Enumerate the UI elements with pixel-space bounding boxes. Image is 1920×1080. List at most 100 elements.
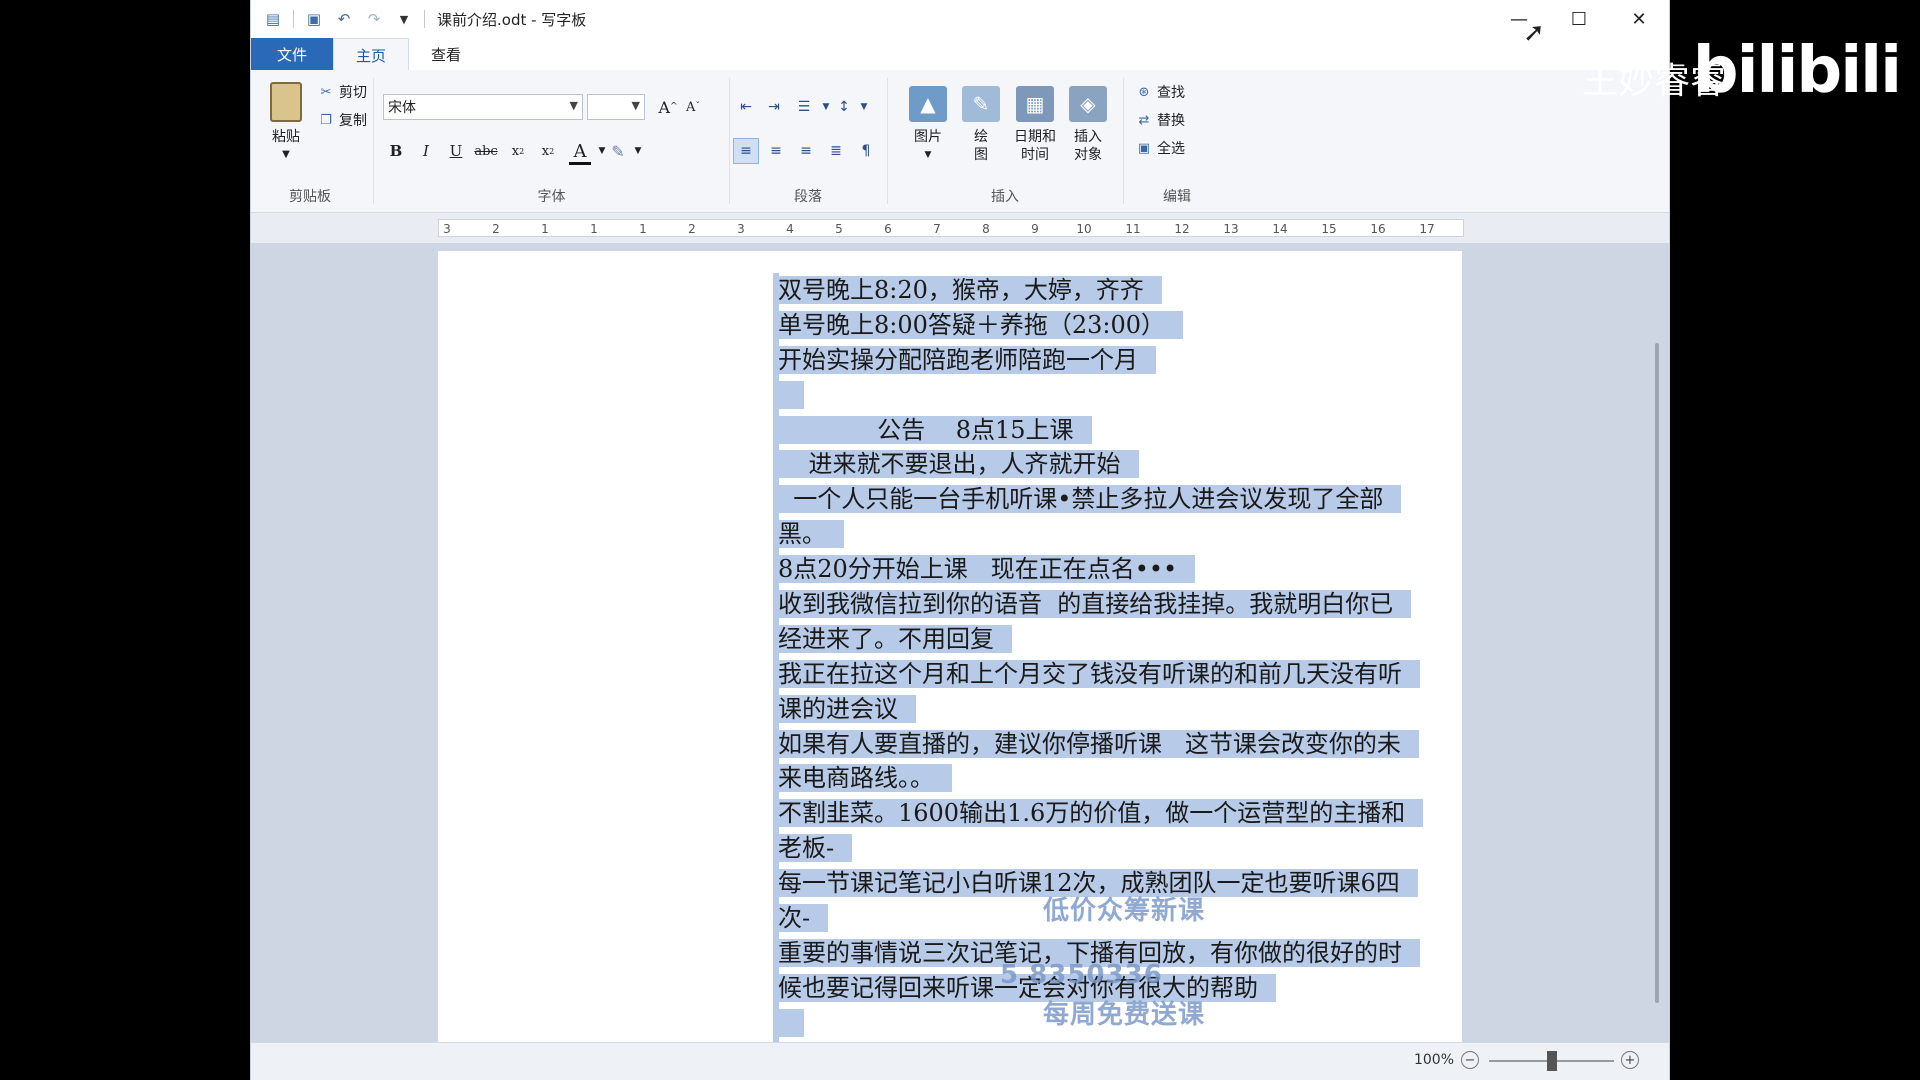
group-divider	[729, 78, 730, 204]
document-line-text: 课的进会议	[778, 694, 916, 723]
tab-home[interactable]: 主页	[333, 38, 410, 71]
close-button[interactable]: ✕	[1609, 0, 1669, 38]
document-line: 开始实操分配陪跑老师陪跑一个月	[778, 343, 1423, 378]
align-left-icon[interactable]: ≡	[733, 138, 759, 164]
document-line-text: 进来就不要退出，人齐就开始	[778, 450, 1139, 479]
paragraph-group: ⇤ ⇥ ☰ ▼ ↕ ▼ ≡ ≡ ≡ ≣ ¶ 段落	[733, 70, 883, 212]
document-line-text: 来电商路线。。	[778, 764, 952, 793]
document-area: 双号晚上8:20，猴帝，大婷，齐齐 单号晚上8:00答疑＋养拖（23:00） 开始实…	[251, 243, 1669, 1043]
save-icon[interactable]: ▣	[304, 9, 324, 29]
mouse-cursor-icon: ➚	[1523, 18, 1545, 48]
ruler-mark: 15	[1321, 222, 1337, 236]
ribbon-tabs: 文件 主页 查看	[251, 38, 1669, 71]
app-icon[interactable]: ▤	[263, 9, 283, 29]
group-divider	[373, 78, 374, 204]
find-button[interactable]: ⊛ 查找	[1135, 82, 1185, 102]
status-bar: 100% − +	[251, 1042, 1669, 1080]
clipboard-icon	[270, 82, 302, 122]
ruler-mark: 4	[786, 222, 794, 236]
paint-drawing-button[interactable]: ✎ 绘 图	[957, 86, 1005, 164]
zoom-level: 100%	[1413, 1052, 1454, 1068]
document-line: 老板-	[778, 831, 1423, 866]
document-line-text	[778, 1008, 804, 1037]
ruler-mark: 1	[590, 222, 598, 236]
customize-dropdown-icon[interactable]: ▼	[394, 9, 414, 29]
ruler-mark: 17	[1419, 222, 1435, 236]
font-family-select[interactable]: 宋体 ▼	[383, 94, 583, 120]
increase-indent-icon[interactable]: ⇥	[761, 94, 787, 120]
ruler-mark: 3	[737, 222, 745, 236]
ruler-mark: 9	[1031, 222, 1039, 236]
ruler-bar[interactable]: 3 2 1 1 1 2 3 4 5 6 7 8 9 10 11 12 13 14 15 16 17	[438, 219, 1464, 237]
maximize-button[interactable]: ☐	[1549, 0, 1609, 38]
ruler-mark: 8	[982, 222, 990, 236]
document-line-text	[778, 380, 804, 409]
paragraph-settings-icon[interactable]: ¶	[853, 138, 879, 164]
ruler-mark: 2	[492, 222, 500, 236]
document-line-text: 一个人只能一台手机听课•禁止多拉人进会议发现了全部	[778, 485, 1402, 514]
copy-button[interactable]: ❐ 复制	[317, 110, 367, 130]
font-group-label: 字体	[537, 189, 566, 205]
document-line: 黑。	[778, 517, 1423, 552]
underline-icon[interactable]: U	[445, 140, 467, 162]
select-all-button[interactable]: ▣ 全选	[1135, 138, 1185, 158]
select-all-icon: ▣	[1137, 140, 1151, 156]
document-line: 收到我微信拉到你的语音 的直接给我挂掉。我就明白你已	[778, 587, 1423, 622]
align-center-icon[interactable]: ≡	[763, 138, 789, 164]
insert-object-button[interactable]: ◈ 插入 对象	[1063, 86, 1113, 164]
zoom-in-button[interactable]: +	[1621, 1051, 1639, 1069]
document-line-text: 经进来了。不用回复	[778, 624, 1012, 653]
watermark-text-3: 每周免费送课	[1043, 1000, 1206, 1030]
vertical-scrollbar[interactable]	[1655, 343, 1659, 1003]
document-line-text: 公告 8点15上课	[778, 415, 1092, 444]
group-divider	[887, 78, 888, 204]
chevron-down-icon[interactable]: ▼	[627, 140, 649, 162]
clipboard-group: 粘贴 ▼ ✂ 剪切 ❐ 复制 剪贴板	[251, 70, 369, 212]
document-line-text: 黑。	[778, 520, 844, 549]
ruler-mark: 5	[835, 222, 843, 236]
replace-button[interactable]: ⇄ 替换	[1135, 110, 1185, 130]
insert-picture-button[interactable]: ▲ 图片 ▼	[903, 86, 953, 164]
align-right-icon[interactable]: ≡	[793, 138, 819, 164]
watermark-text-2: 5 8350336	[1000, 960, 1163, 990]
justify-icon[interactable]: ≣	[823, 138, 849, 164]
object-label: 插入 对象	[1074, 129, 1102, 163]
document-line-text: 次-	[778, 904, 829, 933]
font-size-select[interactable]: ▼	[587, 94, 645, 120]
paste-label: 粘贴	[272, 129, 300, 145]
strikethrough-icon[interactable]: abc	[474, 140, 497, 162]
ruler-mark: 1	[639, 222, 647, 236]
document-line: 双号晚上8:20，猴帝，大婷，齐齐	[778, 273, 1423, 308]
decrease-indent-icon[interactable]: ⇤	[733, 94, 759, 120]
shrink-font-icon[interactable]: Aˇ	[682, 96, 704, 118]
chevron-down-icon[interactable]: ▼	[851, 94, 877, 120]
italic-icon[interactable]: I	[415, 140, 437, 162]
redo-icon[interactable]: ↷	[364, 9, 384, 29]
font-color-icon[interactable]: A	[569, 140, 591, 165]
highlighter-icon[interactable]: ✎	[607, 140, 629, 162]
chevron-down-icon: ▼	[924, 150, 932, 160]
zoom-out-button[interactable]: −	[1461, 1051, 1479, 1069]
document-page[interactable]: 双号晚上8:20，猴帝，大婷，齐齐 单号晚上8:00答疑＋养拖（23:00） 开始实…	[438, 251, 1462, 1043]
ruler: 3 2 1 1 1 2 3 4 5 6 7 8 9 10 11 12 13 14 15 16 17	[251, 213, 1669, 243]
paste-button[interactable]: 粘贴 ▼	[263, 82, 309, 164]
cut-button[interactable]: ✂ 剪切	[317, 82, 367, 102]
subscript-icon[interactable]: x2	[507, 140, 529, 162]
ruler-mark: 7	[933, 222, 941, 236]
tab-view[interactable]: 查看	[409, 38, 483, 70]
ruler-mark: 13	[1223, 222, 1239, 236]
ruler-mark: 1	[541, 222, 549, 236]
tab-file[interactable]: 文件	[251, 38, 334, 70]
zoom-slider-thumb[interactable]	[1547, 1051, 1557, 1071]
grow-font-icon[interactable]: A ^	[657, 96, 679, 118]
date-time-button[interactable]: ▦ 日期和 时间	[1007, 86, 1063, 164]
superscript-icon[interactable]: x2	[537, 140, 559, 162]
bold-icon[interactable]: B	[385, 140, 407, 162]
document-line-text: 双号晚上8:20，猴帝，大婷，齐齐	[778, 276, 1162, 304]
quick-access-toolbar: ▤ ▣ ↶ ↷ ▼	[263, 9, 425, 29]
ruler-mark: 10	[1076, 222, 1092, 236]
undo-icon[interactable]: ↶	[334, 9, 354, 29]
document-line-text: 不割韭菜。1600输出1.6万的价值，做一个运营型的主播和	[778, 799, 1424, 828]
document-line	[778, 378, 1423, 413]
insert-group: ▲ 图片 ▼ ✎ 绘 图 ▦ 日期和 时间 ◈ 插入 对象 插入	[891, 70, 1119, 212]
